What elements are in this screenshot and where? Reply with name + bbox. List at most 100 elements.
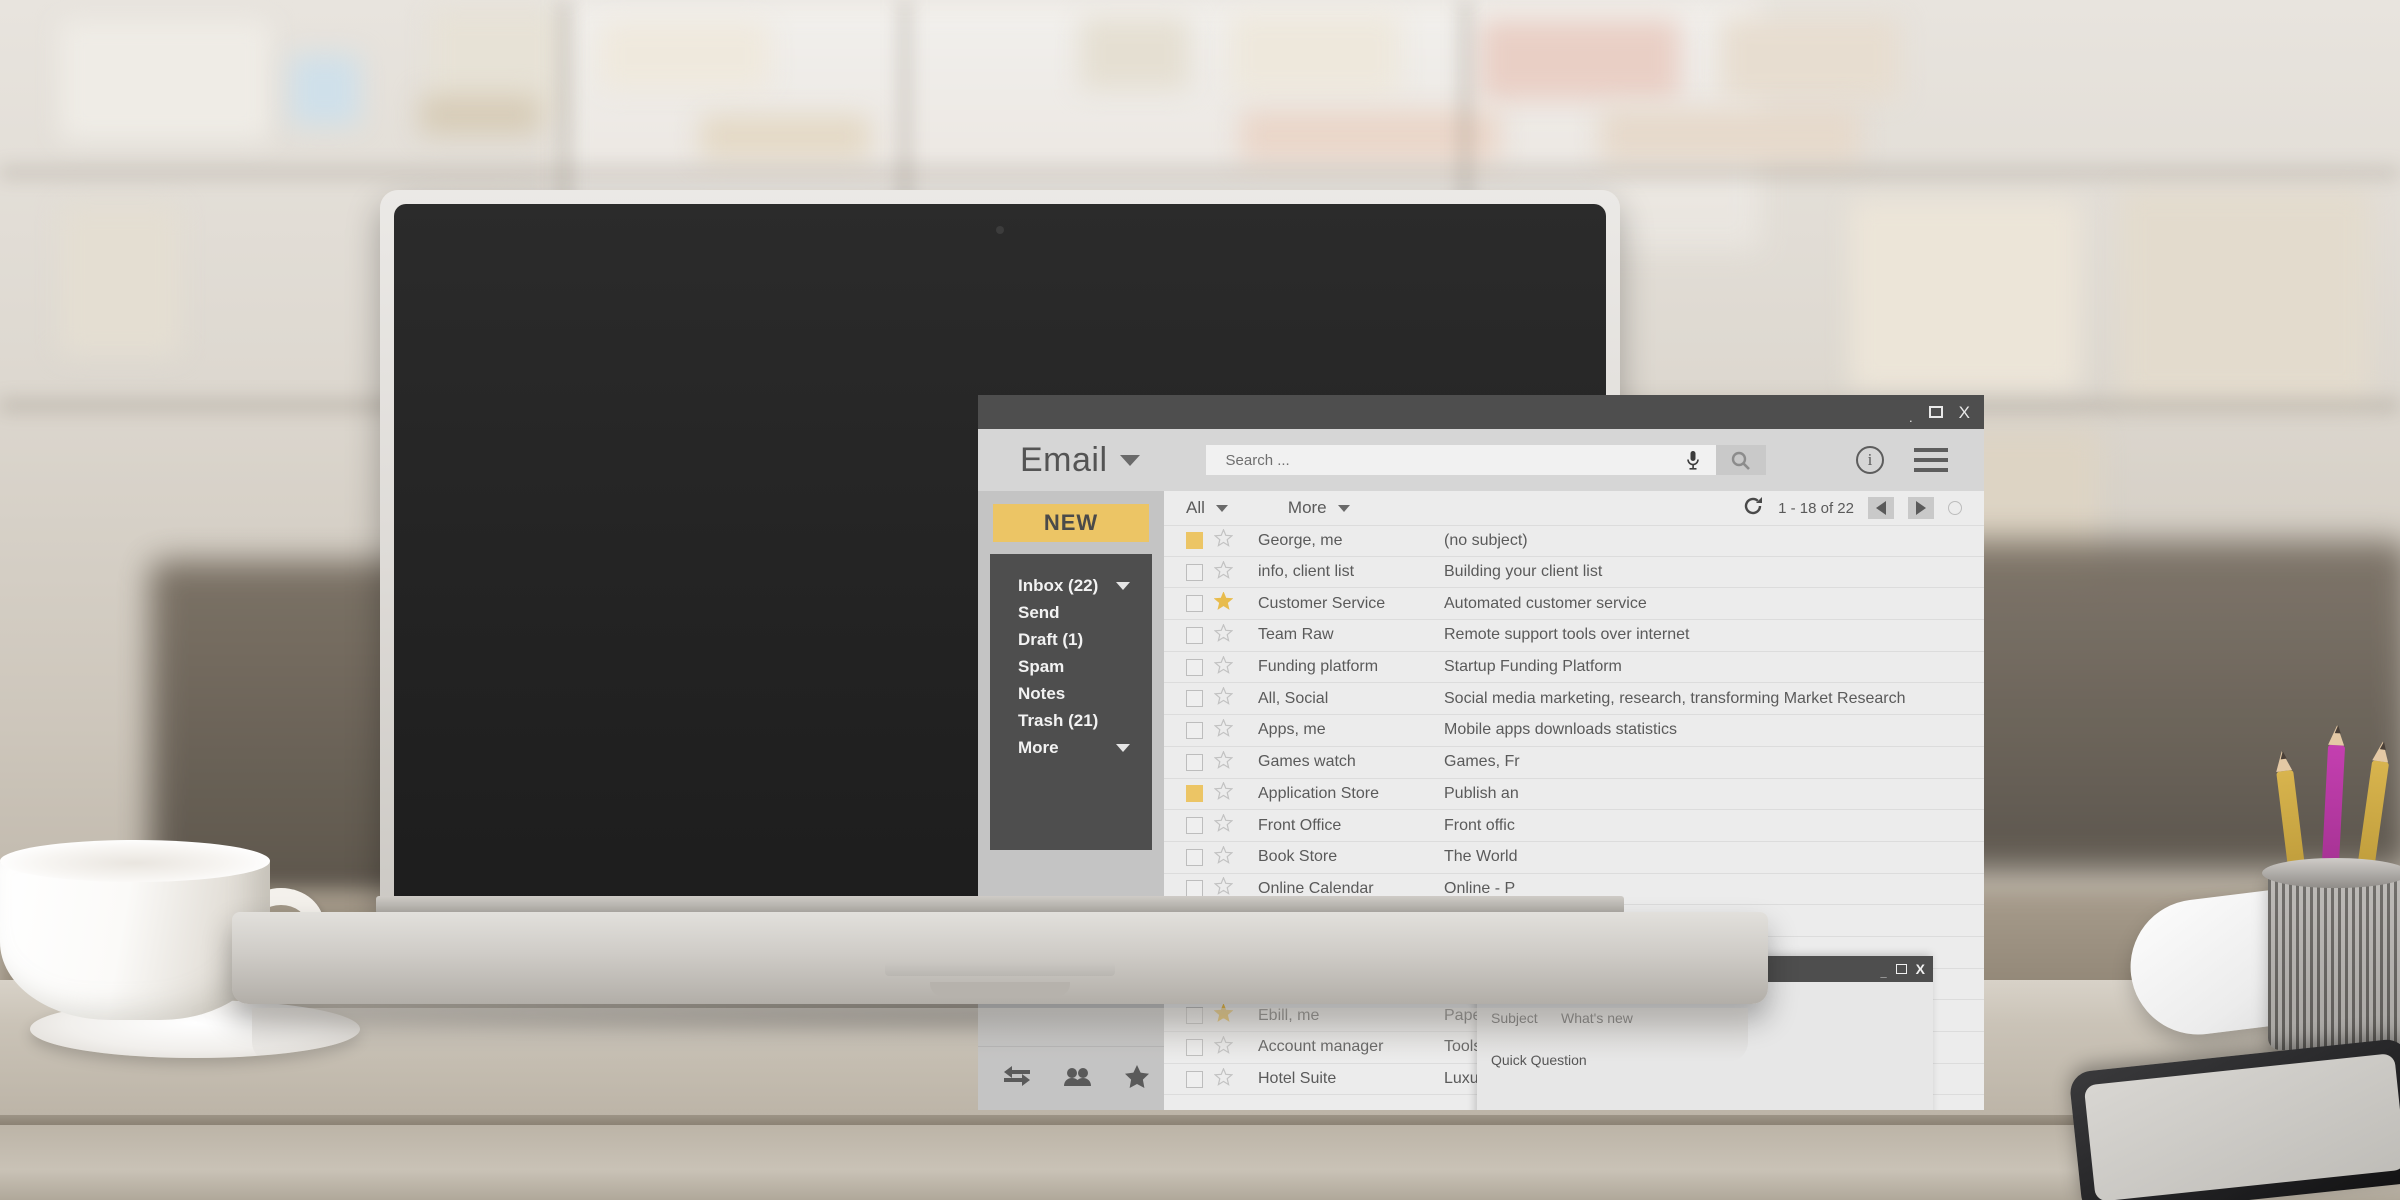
search-icon[interactable] <box>1715 445 1766 475</box>
email-sender: George, me <box>1258 531 1343 549</box>
chevron-down-icon[interactable] <box>1119 454 1140 466</box>
email-sender: Team Raw <box>1258 626 1334 644</box>
more-actions-label: More <box>1287 498 1327 517</box>
chevron-down-icon[interactable] <box>1337 504 1350 512</box>
background-box <box>1480 20 1680 100</box>
folder-list: Inbox (22) Send Draft (1) Spam Notes Tra… <box>990 554 1152 850</box>
email-sender: Book Store <box>1258 848 1338 866</box>
sidebar-item-spam[interactable]: Spam <box>990 653 1152 680</box>
pencil-lead <box>2334 725 2341 734</box>
next-page-icon[interactable] <box>1908 497 1934 519</box>
webcam-icon <box>996 226 1004 234</box>
table-row[interactable]: Book Store The World <box>1164 842 1984 874</box>
email-subject: Social media marketing, research, transf… <box>1444 689 1906 707</box>
row-checkbox[interactable] <box>1186 658 1203 676</box>
row-checkbox[interactable] <box>1186 817 1203 835</box>
row-checkbox[interactable] <box>1186 785 1203 803</box>
contacts-icon[interactable] <box>1064 1067 1091 1091</box>
table-row[interactable]: Apps, me Mobile apps downloads statistics <box>1164 715 1984 747</box>
star-icon[interactable] <box>1213 591 1240 615</box>
star-icon[interactable] <box>1213 813 1240 837</box>
table-row[interactable]: Games watch Games, Fr <box>1164 747 1984 779</box>
row-checkbox[interactable] <box>1186 880 1203 898</box>
compose-close-button[interactable]: X <box>1916 961 1925 977</box>
email-subject: Automated customer service <box>1444 594 1647 612</box>
background-box <box>1850 200 2080 390</box>
chevron-down-icon[interactable] <box>1116 743 1130 752</box>
window-titlebar: . X <box>978 395 1984 429</box>
star-icon[interactable] <box>1213 844 1240 869</box>
window-close-button[interactable]: X <box>1959 404 1970 421</box>
desk-reflection <box>0 1125 2400 1200</box>
row-checkbox[interactable] <box>1186 848 1203 866</box>
email-subject: Building your client list <box>1444 563 1603 581</box>
previous-page-icon[interactable] <box>1868 497 1894 519</box>
background-shelf-line <box>0 168 2400 177</box>
compose-minimize-button[interactable]: _ <box>1881 967 1887 979</box>
star-icon[interactable] <box>1213 528 1240 552</box>
sidebar-item-more[interactable]: More <box>990 734 1152 761</box>
cup-rim <box>0 840 270 882</box>
star-icon[interactable] <box>1213 781 1240 805</box>
sidebar-item-label: Spam <box>1018 656 1065 676</box>
settings-dot-icon[interactable] <box>1948 501 1962 515</box>
table-row[interactable]: Funding platform Startup Funding Platform <box>1164 652 1984 684</box>
desk-edge <box>0 1115 2400 1125</box>
email-subject: Front offic <box>1444 816 1515 834</box>
sidebar-item-trash[interactable]: Trash (21) <box>990 707 1152 734</box>
row-checkbox[interactable] <box>1186 753 1203 771</box>
star-icon[interactable] <box>1213 654 1240 679</box>
compose-maximize-button[interactable] <box>1895 964 1907 974</box>
email-subject: Remote support tools over internet <box>1444 626 1690 644</box>
row-checkbox[interactable] <box>1186 690 1203 708</box>
laptop-base-notch <box>930 982 1070 996</box>
sidebar-item-inbox[interactable]: Inbox (22) <box>990 572 1152 599</box>
email-subject: Mobile apps downloads statistics <box>1444 721 1678 739</box>
table-row[interactable]: Customer Service Automated customer servi… <box>1164 588 1984 621</box>
star-icon[interactable] <box>1213 559 1240 584</box>
window-minimize-button[interactable]: . <box>1909 411 1913 424</box>
sidebar-item-send[interactable]: Send <box>990 599 1152 626</box>
brand-logo[interactable]: Email <box>1020 441 1140 480</box>
star-icon[interactable] <box>1213 686 1240 710</box>
table-row[interactable]: info, client list Building your client li… <box>1164 557 1984 589</box>
microphone-icon[interactable] <box>1682 449 1704 471</box>
table-row[interactable]: Application Store Publish an <box>1164 779 1984 811</box>
sidebar-item-draft[interactable]: Draft (1) <box>990 626 1152 653</box>
row-checkbox[interactable] <box>1186 595 1203 613</box>
sidebar-item-label: Draft (1) <box>1018 629 1084 649</box>
row-checkbox[interactable] <box>1186 626 1203 644</box>
star-icon[interactable] <box>1213 749 1240 774</box>
select-all-dropdown[interactable]: All <box>1186 498 1228 518</box>
star-icon[interactable] <box>1213 1066 1240 1091</box>
star-icon[interactable] <box>1125 1064 1149 1093</box>
sidebar-item-label: Notes <box>1018 683 1066 703</box>
table-row[interactable]: Front Office Front offic <box>1164 810 1984 842</box>
star-icon[interactable] <box>1213 718 1240 742</box>
sidebar-item-notes[interactable]: Notes <box>990 680 1152 707</box>
select-all-label: All <box>1186 498 1205 517</box>
search-input[interactable]: Search ... <box>1205 445 1766 475</box>
email-sender: Hotel Suite <box>1258 1070 1337 1088</box>
chevron-down-icon[interactable] <box>1116 581 1130 590</box>
swap-arrows-icon[interactable] <box>1004 1066 1030 1091</box>
row-checkbox[interactable] <box>1186 532 1203 550</box>
list-toolbar: All More 1 - 18 of 22 <box>1164 491 1984 525</box>
refresh-icon[interactable] <box>1742 495 1764 521</box>
search-placeholder: Search ... <box>1225 451 1290 469</box>
window-maximize-button[interactable] <box>1928 406 1943 418</box>
row-checkbox[interactable] <box>1186 563 1203 581</box>
row-checkbox[interactable] <box>1186 721 1203 739</box>
table-row[interactable]: George, me (no subject) <box>1164 525 1984 557</box>
hamburger-menu-icon[interactable] <box>1914 448 1948 472</box>
email-sender: Customer Service <box>1258 594 1386 612</box>
sidebar-item-label: Send <box>1018 602 1060 622</box>
table-row[interactable]: Team Raw Remote support tools over intern… <box>1164 620 1984 652</box>
info-icon[interactable]: i <box>1856 446 1884 474</box>
star-icon[interactable] <box>1213 623 1240 647</box>
table-row[interactable]: All, Social Social media marketing, resea… <box>1164 683 1984 716</box>
row-checkbox[interactable] <box>1186 1070 1203 1088</box>
more-actions-dropdown[interactable]: More <box>1288 498 1350 518</box>
chevron-down-icon[interactable] <box>1215 504 1228 512</box>
compose-new-button[interactable]: NEW <box>993 504 1149 542</box>
